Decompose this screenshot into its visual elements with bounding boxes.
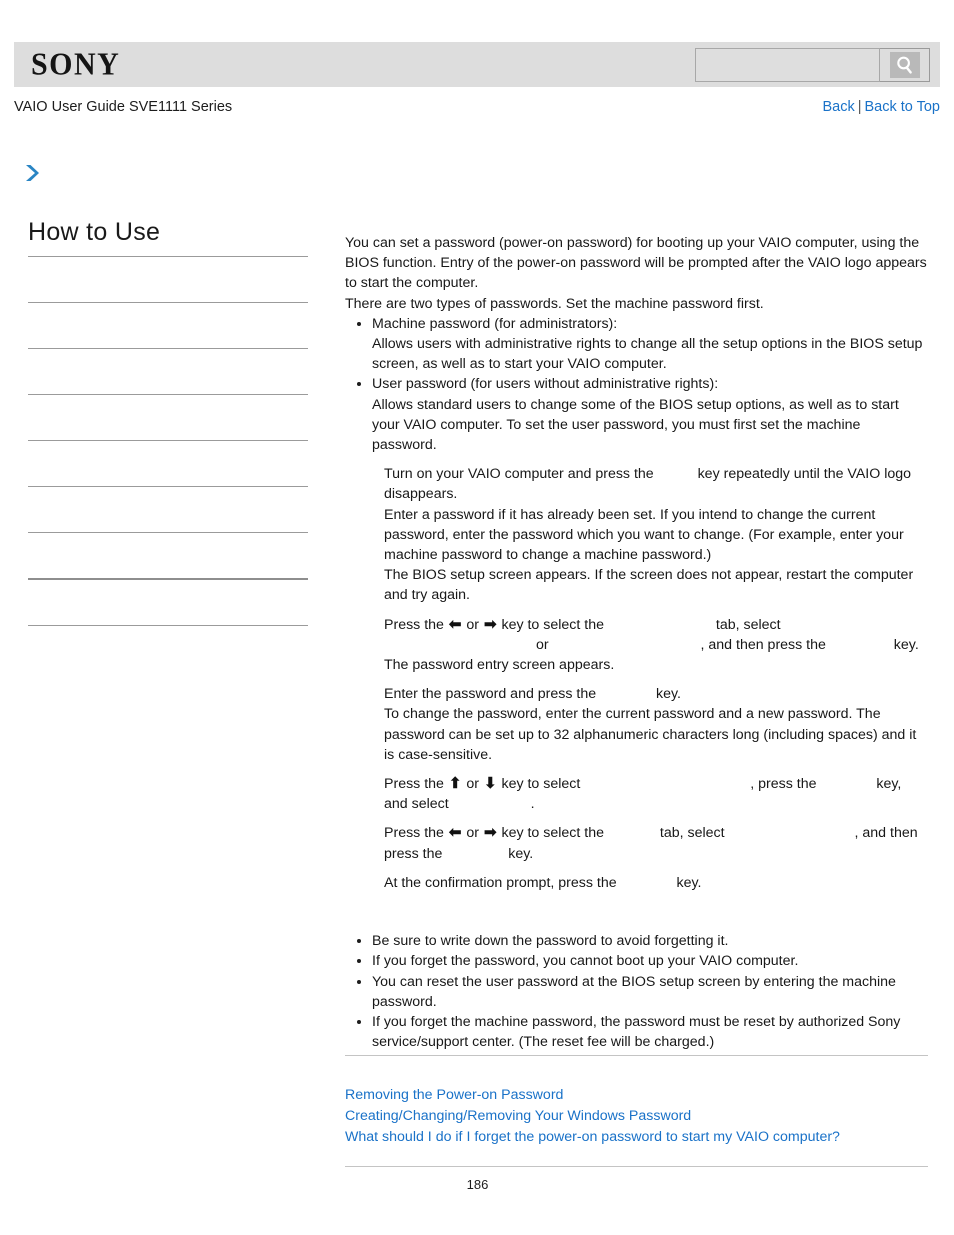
guide-title: VAIO User Guide SVE1111 Series xyxy=(14,99,233,115)
step-note: Enter a password if it has already been … xyxy=(384,506,904,564)
step-text-part: , press the xyxy=(750,776,821,793)
notes-list: Be sure to write down the password to av… xyxy=(345,931,928,1052)
step-text: Press the ⬅ or ➡ key to select the tab, … xyxy=(384,823,928,863)
step-text-part: or xyxy=(462,825,483,842)
sidebar: How to Use xyxy=(28,218,308,627)
password-type-title: User password (for users without adminis… xyxy=(372,376,719,393)
main-content: You can set a password (power-on passwor… xyxy=(345,233,928,1052)
step-text: Turn on your VAIO computer and press the… xyxy=(384,464,928,504)
chevron-right-icon[interactable] xyxy=(22,162,44,189)
related-link-1[interactable]: Creating/Changing/Removing Your Windows … xyxy=(345,1106,928,1127)
list-item: User password (for users without adminis… xyxy=(345,374,928,455)
nav-links: Back | Back to Top xyxy=(822,99,940,115)
step-4: Press the ⬆ or ⬇ key to select , press t… xyxy=(384,774,928,814)
search-icon xyxy=(889,51,920,78)
step-text: At the confirmation prompt, press the ke… xyxy=(384,873,928,893)
step-text: Press the ⬅ or ➡ key to select the tab, … xyxy=(384,615,928,655)
step-text-part: key. xyxy=(652,686,682,703)
sidebar-title: How to Use xyxy=(28,218,161,246)
password-type-title: Machine password (for administrators): xyxy=(372,315,618,332)
intro-block: You can set a password (power-on passwor… xyxy=(345,233,928,314)
page-number: 186 xyxy=(466,1177,489,1192)
step-text-part: key to select the xyxy=(497,616,608,633)
password-type-body: Allows users with administrative rights … xyxy=(372,336,923,373)
search-group xyxy=(695,47,930,82)
step-text-part: . xyxy=(530,796,535,813)
sidebar-item-6[interactable] xyxy=(28,532,308,578)
step-text-part: key. xyxy=(889,636,919,653)
step-text-part: or xyxy=(462,776,483,793)
nav-separator: | xyxy=(857,99,862,115)
step-text-part: key. xyxy=(672,874,702,891)
subheader: VAIO User Guide SVE1111 Series Back | Back… xyxy=(14,99,940,121)
arrow-left-icon: ⬅ xyxy=(448,615,462,633)
step-text-part: Press the xyxy=(384,616,448,633)
sidebar-item-5[interactable] xyxy=(28,486,308,532)
step-text-part: key to select the xyxy=(497,825,608,842)
step-text-part: or xyxy=(462,616,483,633)
sidebar-item-7[interactable] xyxy=(28,578,308,625)
sidebar-item-3[interactable] xyxy=(28,394,308,440)
step-5: Press the ⬅ or ➡ key to select the tab, … xyxy=(384,823,928,863)
arrow-down-icon: ⬇ xyxy=(483,775,497,793)
step-text-part: Enter the password and press the xyxy=(384,686,601,703)
step-text-part: At the confirmation prompt, press the xyxy=(384,874,621,891)
password-types-list: Machine password (for administrators): A… xyxy=(345,314,928,455)
arrow-right-icon: ➡ xyxy=(483,615,497,633)
step-6: At the confirmation prompt, press the ke… xyxy=(384,873,928,893)
search-button[interactable] xyxy=(880,47,930,82)
step-note-2: The BIOS setup screen appears. If the sc… xyxy=(384,567,914,604)
sidebar-item-1[interactable] xyxy=(28,302,308,348)
arrow-up-icon: ⬆ xyxy=(448,775,462,793)
step-note: The password entry screen appears. xyxy=(384,657,615,674)
step-text-part: tab, select xyxy=(711,616,781,633)
list-item: Be sure to write down the password to av… xyxy=(345,931,928,951)
back-link[interactable]: Back xyxy=(822,99,854,115)
step-text-part: , and then press the xyxy=(700,636,830,653)
step-text-part: tab, select xyxy=(655,825,729,842)
sony-logo: SONY xyxy=(31,46,121,82)
sidebar-item-2[interactable] xyxy=(28,348,308,394)
related-divider xyxy=(345,1055,928,1056)
intro-paragraph-2: There are two types of passwords. Set th… xyxy=(345,295,764,312)
list-item: If you forget the password, you cannot b… xyxy=(345,951,928,971)
related-links: Removing the Power-on Password Creating/… xyxy=(345,1085,928,1148)
arrow-left-icon: ⬅ xyxy=(448,824,462,842)
step-3: Enter the password and press the key. To… xyxy=(384,684,928,765)
step-text-part: Press the xyxy=(384,776,448,793)
step-text-part: Press the xyxy=(384,825,448,842)
related-link-2[interactable]: What should I do if I forget the power-o… xyxy=(345,1127,928,1148)
list-item: Machine password (for administrators): A… xyxy=(345,314,928,375)
sidebar-item-8[interactable] xyxy=(28,625,308,627)
breadcrumb xyxy=(22,160,322,190)
step-text-part: or xyxy=(532,636,553,653)
related-link-0[interactable]: Removing the Power-on Password xyxy=(345,1085,928,1106)
arrow-right-icon: ➡ xyxy=(483,824,497,842)
step-2: Press the ⬅ or ➡ key to select the tab, … xyxy=(384,615,928,676)
back-to-top-link[interactable]: Back to Top xyxy=(864,99,940,115)
search-input[interactable] xyxy=(695,47,880,82)
intro-paragraph-1: You can set a password (power-on passwor… xyxy=(345,235,927,292)
step-text: Enter the password and press the key. xyxy=(384,684,928,704)
step-note: To change the password, enter the curren… xyxy=(384,706,917,763)
footer-divider xyxy=(345,1166,928,1167)
step-text-part: key. xyxy=(504,845,534,862)
sidebar-item-4[interactable] xyxy=(28,440,308,486)
procedure-steps: Turn on your VAIO computer and press the… xyxy=(345,464,928,893)
sidebar-item-0[interactable] xyxy=(28,256,308,302)
list-item: If you forget the machine password, the … xyxy=(345,1012,928,1052)
step-text-part: Turn on your VAIO computer and press the xyxy=(384,466,658,483)
step-text-part: key to select xyxy=(497,776,585,793)
step-1: Turn on your VAIO computer and press the… xyxy=(384,464,928,605)
step-text: Press the ⬆ or ⬇ key to select , press t… xyxy=(384,774,928,814)
password-type-body: Allows standard users to change some of … xyxy=(372,396,899,454)
list-item: You can reset the user password at the B… xyxy=(345,972,928,1012)
site-header: SONY xyxy=(14,42,940,87)
